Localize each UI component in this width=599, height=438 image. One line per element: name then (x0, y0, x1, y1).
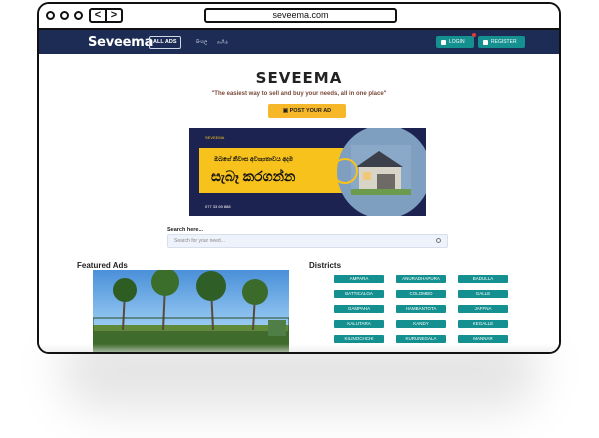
login-button[interactable]: LOGIN (436, 36, 474, 48)
site-logo[interactable]: Seveema (88, 35, 153, 50)
district-button[interactable]: GAMPAHA (334, 305, 384, 313)
all-ads-button[interactable]: ALL ADS (149, 36, 181, 49)
house-illustration (351, 145, 411, 195)
url-bar[interactable]: seveema.com (204, 8, 397, 23)
notification-dot (472, 33, 476, 37)
district-button[interactable]: KANDY (396, 320, 446, 328)
district-button[interactable]: HAMBANTOTA (396, 305, 446, 313)
banner-brand: SEVEEMA (205, 135, 225, 140)
window-dot-1[interactable] (46, 11, 55, 20)
banner-line-1: ඔබගේ නිවාස අවශ්‍යතාවය අදම (214, 157, 294, 163)
banner-line-2: සැබෑ කරගන්න (211, 168, 296, 184)
register-label: REGISTER (491, 39, 517, 45)
palm-garden-image (93, 270, 289, 352)
district-button[interactable]: AMPARA (334, 275, 384, 283)
search-icon[interactable] (436, 238, 441, 243)
post-ad-button[interactable]: ▣ POST YOUR AD (268, 104, 346, 118)
search-label: Search here... (167, 227, 204, 233)
district-button[interactable]: COLOMBO (396, 290, 446, 298)
site-navbar: Seveema ALL ADS සිංහල தமிழ் LOGIN REGIST… (39, 30, 559, 54)
window-dot-2[interactable] (60, 11, 69, 20)
districts-title: Districts (309, 261, 342, 270)
back-button[interactable]: < (91, 10, 107, 21)
district-button[interactable]: BATTICALOA (334, 290, 384, 298)
district-button[interactable]: GALLE (458, 290, 508, 298)
lang-tamil-link[interactable]: தமிழ் (217, 39, 228, 45)
district-button[interactable]: JAFFNA (458, 305, 508, 313)
history-buttons: < > (89, 8, 123, 23)
window-dot-3[interactable] (74, 11, 83, 20)
login-label: LOGIN (449, 39, 465, 45)
featured-ads-title: Featured Ads (77, 261, 128, 270)
lock-icon (441, 39, 446, 45)
browser-chrome: < > seveema.com (39, 4, 559, 30)
register-button[interactable]: REGISTER (478, 36, 525, 48)
district-button[interactable]: KEGALLE (458, 320, 508, 328)
district-button[interactable]: MANNAR (458, 335, 508, 343)
search-input[interactable]: Search for your need... (167, 234, 448, 248)
post-ad-label: POST YOUR AD (289, 108, 332, 114)
register-icon (483, 39, 488, 45)
promo-banner[interactable]: SEVEEMA ඔබගේ නිවාස අවශ්‍යතාවය අදම සැබෑ ක… (189, 128, 426, 216)
post-icon: ▣ (282, 108, 290, 114)
district-button[interactable]: KURUNEGALA (396, 335, 446, 343)
tagline: "The easiest way to sell and buy your ne… (211, 91, 387, 97)
banner-phone: 077 33 69 888 (205, 204, 231, 209)
district-button[interactable]: ANURADHAPURA (396, 275, 446, 283)
site-title: SEVEEMA (255, 69, 343, 87)
districts-grid: AMPARA ANURADHAPURA BADULLA BATTICALOA C… (334, 275, 508, 343)
page-content: SEVEEMA "The easiest way to sell and buy… (39, 54, 559, 352)
lang-sinhala-link[interactable]: සිංහල (196, 39, 207, 44)
featured-ad-photo[interactable] (93, 270, 289, 352)
banner-ring (332, 158, 358, 184)
district-button[interactable]: KILINOCHCHI (334, 335, 384, 343)
forward-button[interactable]: > (107, 10, 121, 21)
district-button[interactable]: BADULLA (458, 275, 508, 283)
browser-window: < > seveema.com Seveema ALL ADS සිංහල தம… (37, 2, 561, 354)
bottom-fade (39, 344, 559, 352)
district-button[interactable]: KALUTARA (334, 320, 384, 328)
